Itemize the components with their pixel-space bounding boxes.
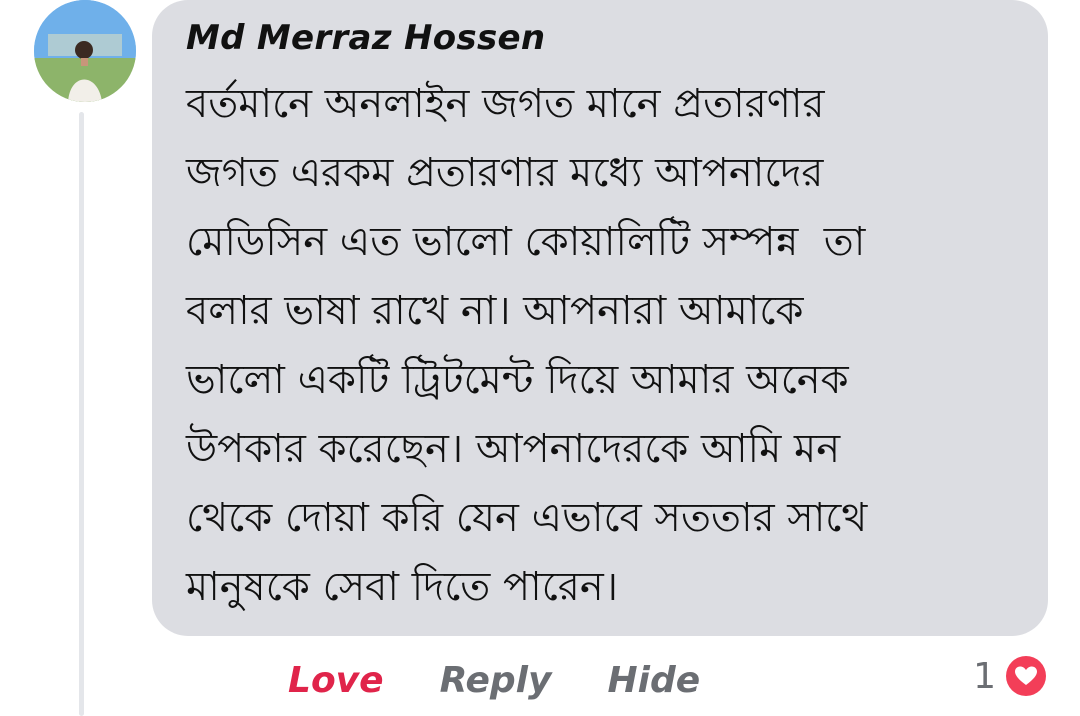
reaction-count: 1 — [973, 655, 996, 697]
reaction-summary[interactable]: 1 — [973, 648, 1050, 704]
thread-line — [79, 112, 84, 716]
comment-actions: Love Reply Hide — [288, 652, 700, 708]
heart-icon — [1002, 652, 1050, 700]
comment-bubble: Md Merraz Hossen বর্তমানে অনলাইন জগত মান… — [152, 0, 1048, 636]
author-name[interactable]: Md Merraz Hossen — [186, 16, 1018, 60]
avatar[interactable] — [34, 0, 136, 102]
love-button[interactable]: Love — [288, 660, 384, 701]
reply-button[interactable]: Reply — [440, 660, 552, 701]
hide-button[interactable]: Hide — [607, 660, 700, 701]
profile-photo — [34, 0, 136, 102]
comment-text: বর্তমানে অনলাইন জগত মানে প্রতারণার জগত এ… — [186, 81, 868, 610]
